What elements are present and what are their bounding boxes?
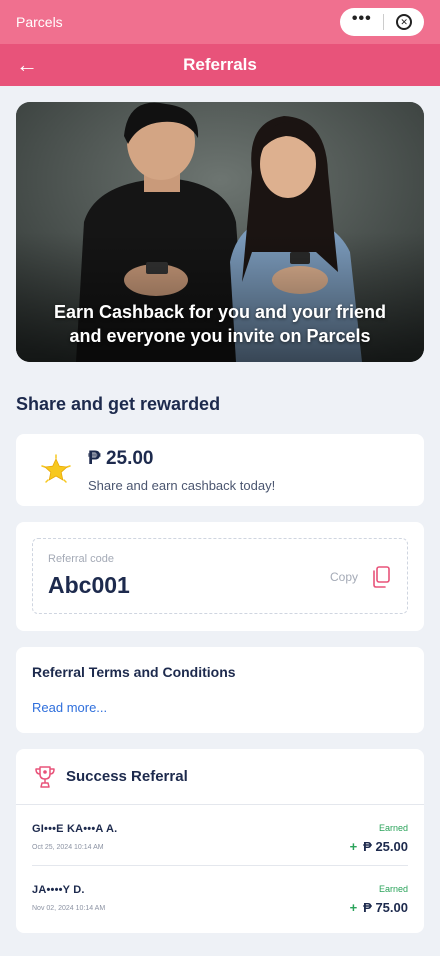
earned-label: Earned [378, 823, 408, 833]
success-referral-card: Success Referral GI•••E KA•••A A. Oct 25… [16, 749, 424, 933]
copy-button-label[interactable]: Copy [330, 570, 358, 584]
plus-sign: + [349, 900, 358, 915]
page-title: Referrals [183, 55, 257, 74]
referral-name: GI•••E KA•••A A. [32, 823, 118, 835]
terms-card: Referral Terms and Conditions Read more.… [16, 647, 424, 733]
earned-amount: + ₱ 25.00 [350, 839, 408, 854]
hero-caption: Earn Cashback for you and your friend an… [53, 302, 387, 346]
trophy-icon [35, 766, 55, 788]
copy-icon[interactable] [371, 566, 391, 588]
amount-value: ₱ 25.00 [363, 839, 408, 854]
star-icon [41, 454, 71, 483]
arrow-left-icon[interactable]: ← [16, 52, 38, 78]
referral-code-box[interactable]: Referral code Abc001 Copy [32, 538, 408, 614]
close-circle-icon[interactable]: ✕ [396, 14, 413, 30]
menu-capsule: ••• ✕ [340, 8, 424, 36]
reward-card: ₱ 25.00 Share and earn cashback today! [16, 434, 424, 506]
more-dots-icon[interactable]: ••• [352, 11, 372, 27]
success-referral-title: Success Referral [66, 768, 188, 785]
navbar: ← Referrals [0, 44, 440, 86]
referral-date: Nov 02, 2024 10:14 AM [32, 905, 106, 912]
referral-date: Oct 25, 2024 10:14 AM [32, 844, 104, 851]
divider [16, 804, 424, 805]
divider [32, 865, 408, 866]
reward-amount: ₱ 25.00 [88, 448, 154, 469]
read-more-link[interactable]: Read more... [32, 700, 107, 715]
hero-banner: Earn Cashback for you and your friend an… [16, 102, 424, 362]
reward-subtitle: Share and earn cashback today! [88, 478, 276, 493]
terms-title: Referral Terms and Conditions [32, 664, 236, 680]
capsule-divider [383, 14, 385, 30]
app-name: Parcels [16, 14, 63, 30]
plus-sign: + [349, 839, 358, 854]
referral-row: GI•••E KA•••A A. Oct 25, 2024 10:14 AM E… [32, 819, 408, 869]
mini-program-topbar: Parcels ••• ✕ [0, 0, 440, 44]
amount-value: ₱ 75.00 [363, 900, 408, 915]
section-title: Share and get rewarded [16, 394, 221, 414]
referral-code-card: Referral code Abc001 Copy [16, 522, 424, 631]
earned-label: Earned [378, 884, 408, 894]
referral-row: JA••••Y D. Nov 02, 2024 10:14 AM Earned … [32, 880, 408, 930]
earned-amount: + ₱ 75.00 [350, 900, 408, 915]
referral-name: JA••••Y D. [32, 884, 85, 896]
referral-code-value: Abc001 [48, 572, 130, 598]
referral-code-label: Referral code [48, 553, 115, 565]
